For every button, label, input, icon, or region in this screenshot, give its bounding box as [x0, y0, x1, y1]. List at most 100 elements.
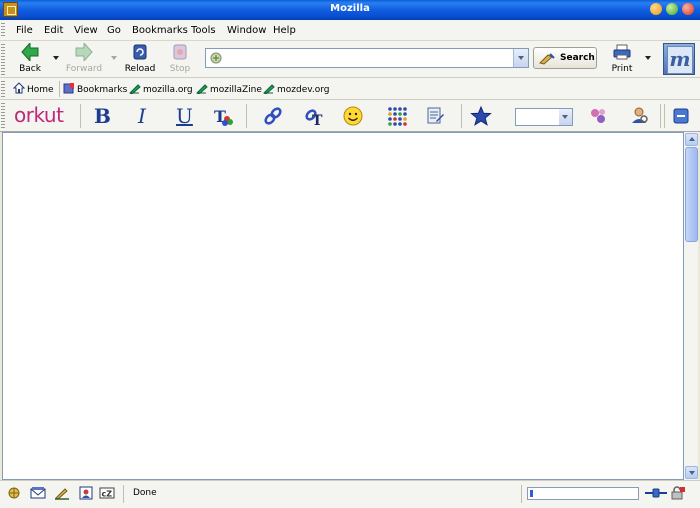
security-lock-icon[interactable] — [670, 486, 686, 500]
user-search-icon[interactable] — [629, 105, 651, 127]
menu-bookmarks[interactable]: Bookmarks — [132, 25, 188, 36]
toolbar-grip[interactable] — [1, 81, 5, 97]
search-label: Search — [560, 53, 595, 63]
color-grid-icon[interactable] — [386, 105, 408, 127]
print-options-dropdown[interactable] — [645, 56, 651, 60]
personal-toolbar: Home Bookmarks mozilla.org mozillaZine m… — [0, 78, 700, 100]
reload-label: Reload — [124, 64, 156, 74]
menu-file[interactable]: File — [16, 25, 33, 36]
link-icon[interactable] — [262, 105, 284, 127]
status-bar: cZ Done — [0, 480, 700, 508]
url-bar[interactable] — [205, 48, 529, 68]
mail-icon[interactable] — [30, 486, 46, 500]
bold-button[interactable]: B — [94, 104, 111, 128]
sidebar-toggle-icon[interactable] — [672, 107, 690, 125]
reload-button[interactable]: Reload — [123, 43, 157, 74]
forward-arrow-icon — [75, 43, 93, 61]
stop-label: Stop — [169, 64, 191, 74]
forward-history-dropdown[interactable] — [111, 56, 117, 60]
scroll-thumb[interactable] — [685, 147, 698, 242]
stop-icon — [173, 44, 187, 60]
bookmark-mozillazine[interactable]: mozillaZine — [196, 82, 262, 95]
orkut-toolbar: orkut B I U T T — [0, 100, 700, 132]
font-size-combo[interactable] — [515, 108, 573, 126]
status-separator — [123, 485, 124, 503]
orkut-logo[interactable]: orkut — [14, 103, 64, 127]
toolbar-grip[interactable] — [1, 44, 5, 75]
page-content-area[interactable] — [2, 132, 684, 480]
search-icon — [539, 53, 555, 65]
forward-label: Forward — [65, 64, 103, 74]
print-button[interactable]: Print — [608, 43, 636, 74]
bookmark-link-icon — [196, 84, 208, 94]
menu-help[interactable]: Help — [273, 25, 296, 36]
status-text: Done — [133, 488, 157, 498]
menu-go[interactable]: Go — [107, 25, 121, 36]
bookmarks-menu-button[interactable]: Bookmarks — [63, 82, 127, 95]
close-button[interactable] — [682, 3, 694, 15]
toolbar-separator — [80, 104, 81, 128]
svg-text:cZ: cZ — [102, 490, 113, 499]
home-icon — [13, 82, 25, 94]
svg-text:T: T — [312, 113, 323, 127]
font-size-input[interactable] — [518, 110, 558, 124]
bookmark-link-icon — [129, 84, 141, 94]
progress-fill — [530, 490, 533, 497]
print-label: Print — [611, 64, 633, 74]
bookmark-mozdev-org[interactable]: mozdev.org — [263, 82, 330, 95]
star-favorite-icon[interactable] — [470, 105, 492, 127]
url-history-dropdown[interactable] — [513, 49, 528, 67]
link-text-icon[interactable]: T — [303, 105, 325, 127]
navigator-icon[interactable] — [6, 486, 22, 500]
scroll-up-button[interactable] — [685, 133, 698, 146]
navigation-toolbar: Back Forward Reload Stop Search Print — [0, 41, 700, 78]
menu-view[interactable]: View — [74, 25, 98, 36]
irc-chat-icon[interactable]: cZ — [99, 486, 115, 500]
text-color-icon[interactable]: T — [212, 105, 234, 127]
status-separator — [521, 485, 522, 503]
printer-icon — [613, 44, 631, 60]
back-arrow-icon — [21, 43, 39, 61]
menu-tools[interactable]: Tools — [191, 25, 216, 36]
progress-meter — [527, 487, 639, 500]
back-button[interactable]: Back — [14, 43, 46, 74]
window-title: Mozilla — [330, 3, 370, 14]
address-book-icon[interactable] — [78, 486, 94, 500]
scroll-down-button[interactable] — [685, 466, 698, 479]
toolbar-grip[interactable] — [1, 103, 5, 129]
toolbar-grip[interactable] — [1, 23, 5, 38]
composer-icon[interactable] — [54, 486, 70, 500]
menu-bar: File Edit View Go Bookmarks Tools Window… — [0, 20, 700, 41]
bookmarks-label: Bookmarks — [77, 85, 128, 95]
back-history-dropdown[interactable] — [53, 56, 59, 60]
mozilla-throbber-logo[interactable] — [663, 43, 695, 75]
home-label: Home — [27, 85, 54, 95]
italic-button[interactable]: I — [138, 104, 146, 128]
menu-window[interactable]: Window — [227, 25, 266, 36]
page-favicon-icon — [210, 52, 222, 64]
search-button[interactable]: Search — [533, 47, 597, 69]
smiley-icon[interactable] — [342, 105, 364, 127]
online-status-icon[interactable] — [644, 486, 668, 500]
url-input[interactable] — [226, 51, 511, 65]
bookmark-label: mozdev.org — [277, 85, 330, 95]
bookmark-link-icon — [263, 84, 275, 94]
font-size-dropdown[interactable] — [559, 109, 572, 125]
back-label: Back — [19, 64, 41, 74]
reload-icon — [133, 44, 147, 60]
friends-icon[interactable] — [587, 105, 609, 127]
toolbar-separator — [660, 104, 661, 128]
stop-button[interactable]: Stop — [166, 43, 194, 74]
minimize-button[interactable] — [650, 3, 662, 15]
bookmark-mozilla-org[interactable]: mozilla.org — [129, 82, 193, 95]
maximize-button[interactable] — [666, 3, 678, 15]
menu-edit[interactable]: Edit — [44, 25, 63, 36]
underline-button[interactable]: U — [176, 104, 193, 128]
vertical-scrollbar[interactable] — [684, 132, 698, 480]
forward-button[interactable]: Forward — [64, 43, 104, 74]
home-button[interactable]: Home — [13, 82, 54, 95]
scrap-notes-icon[interactable] — [424, 105, 446, 127]
toolbar-separator — [246, 104, 247, 128]
bookmarks-icon — [63, 83, 74, 94]
toolbar-separator — [664, 104, 665, 128]
